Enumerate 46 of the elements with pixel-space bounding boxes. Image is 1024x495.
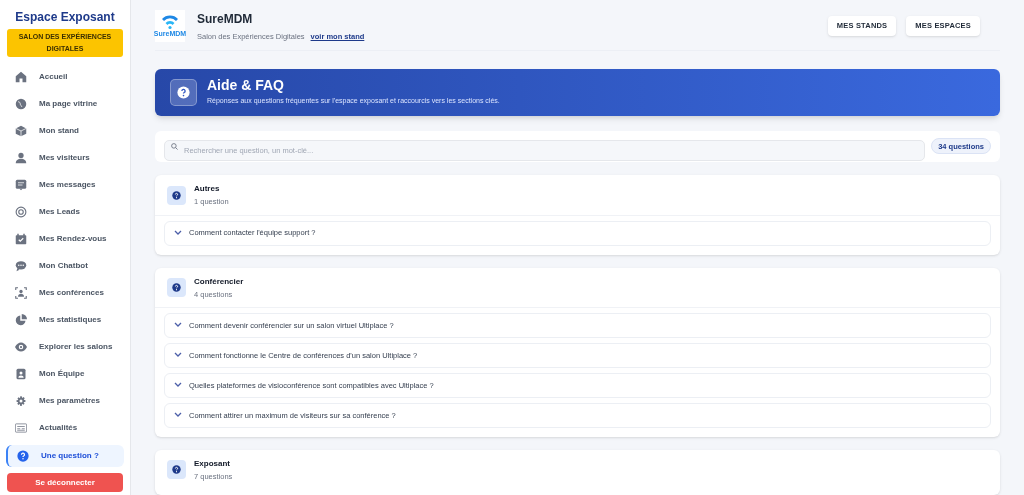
chat-icon	[15, 260, 27, 272]
chevron-down-icon	[174, 382, 182, 389]
calendar-icon	[15, 233, 27, 245]
question-icon	[17, 450, 29, 462]
sidebar-item[interactable]: Une question ?	[6, 445, 124, 467]
newspaper-icon	[15, 422, 27, 434]
banner-title: Aide & FAQ	[207, 77, 285, 95]
cube-icon	[15, 125, 27, 137]
chevron-down-icon	[174, 230, 182, 236]
eye-icon	[15, 341, 27, 353]
chevron-down-icon	[174, 412, 182, 419]
message-icon	[15, 179, 27, 191]
question-icon	[177, 85, 190, 99]
sidebar-title: Espace Exposant	[15, 9, 115, 26]
target-icon	[15, 206, 27, 218]
wifi-icon	[161, 13, 179, 30]
sidebar-item[interactable]: Explorer les salons	[6, 337, 124, 357]
company-name: SureMDM	[197, 10, 254, 28]
section-title: Exposant	[194, 457, 231, 470]
chevron-down-icon	[174, 352, 182, 359]
question-icon	[172, 283, 181, 293]
sidebar-item[interactable]: Mon stand	[6, 121, 124, 141]
sidebar-item[interactable]: Mon Équipe	[6, 364, 124, 384]
question-icon	[172, 190, 181, 200]
sidebar-item[interactable]: Mes conférences	[6, 283, 124, 303]
sidebar-item[interactable]: Actualités	[6, 418, 124, 438]
sidebar-item[interactable]: Mes paramètres	[6, 391, 124, 411]
sidebar-item[interactable]: Mes Leads	[6, 202, 124, 222]
chevron-down-icon	[174, 322, 182, 329]
search-icon	[171, 142, 178, 150]
badge-icon	[15, 368, 27, 380]
section-title: Conférencier	[194, 275, 244, 288]
presenter-icon	[15, 287, 27, 299]
pie-chart-icon	[15, 314, 27, 326]
sidebar-item[interactable]: Mon Chatbot	[6, 256, 124, 276]
sidebar-item[interactable]: Mes visiteurs	[6, 148, 124, 168]
section-title: Autres	[194, 183, 221, 196]
home-icon	[15, 71, 27, 83]
question-icon	[172, 465, 181, 475]
sidebar-item[interactable]: Mes statistiques	[6, 310, 124, 330]
sidebar-item[interactable]: Accueil	[6, 67, 124, 87]
sidebar-item[interactable]: Mes Rendez-vous	[6, 229, 124, 249]
person-icon	[15, 152, 27, 164]
gear-icon	[15, 395, 27, 407]
sidebar-item[interactable]: Mes messages	[6, 175, 124, 195]
sidebar-item[interactable]: Ma page vitrine	[6, 94, 124, 114]
